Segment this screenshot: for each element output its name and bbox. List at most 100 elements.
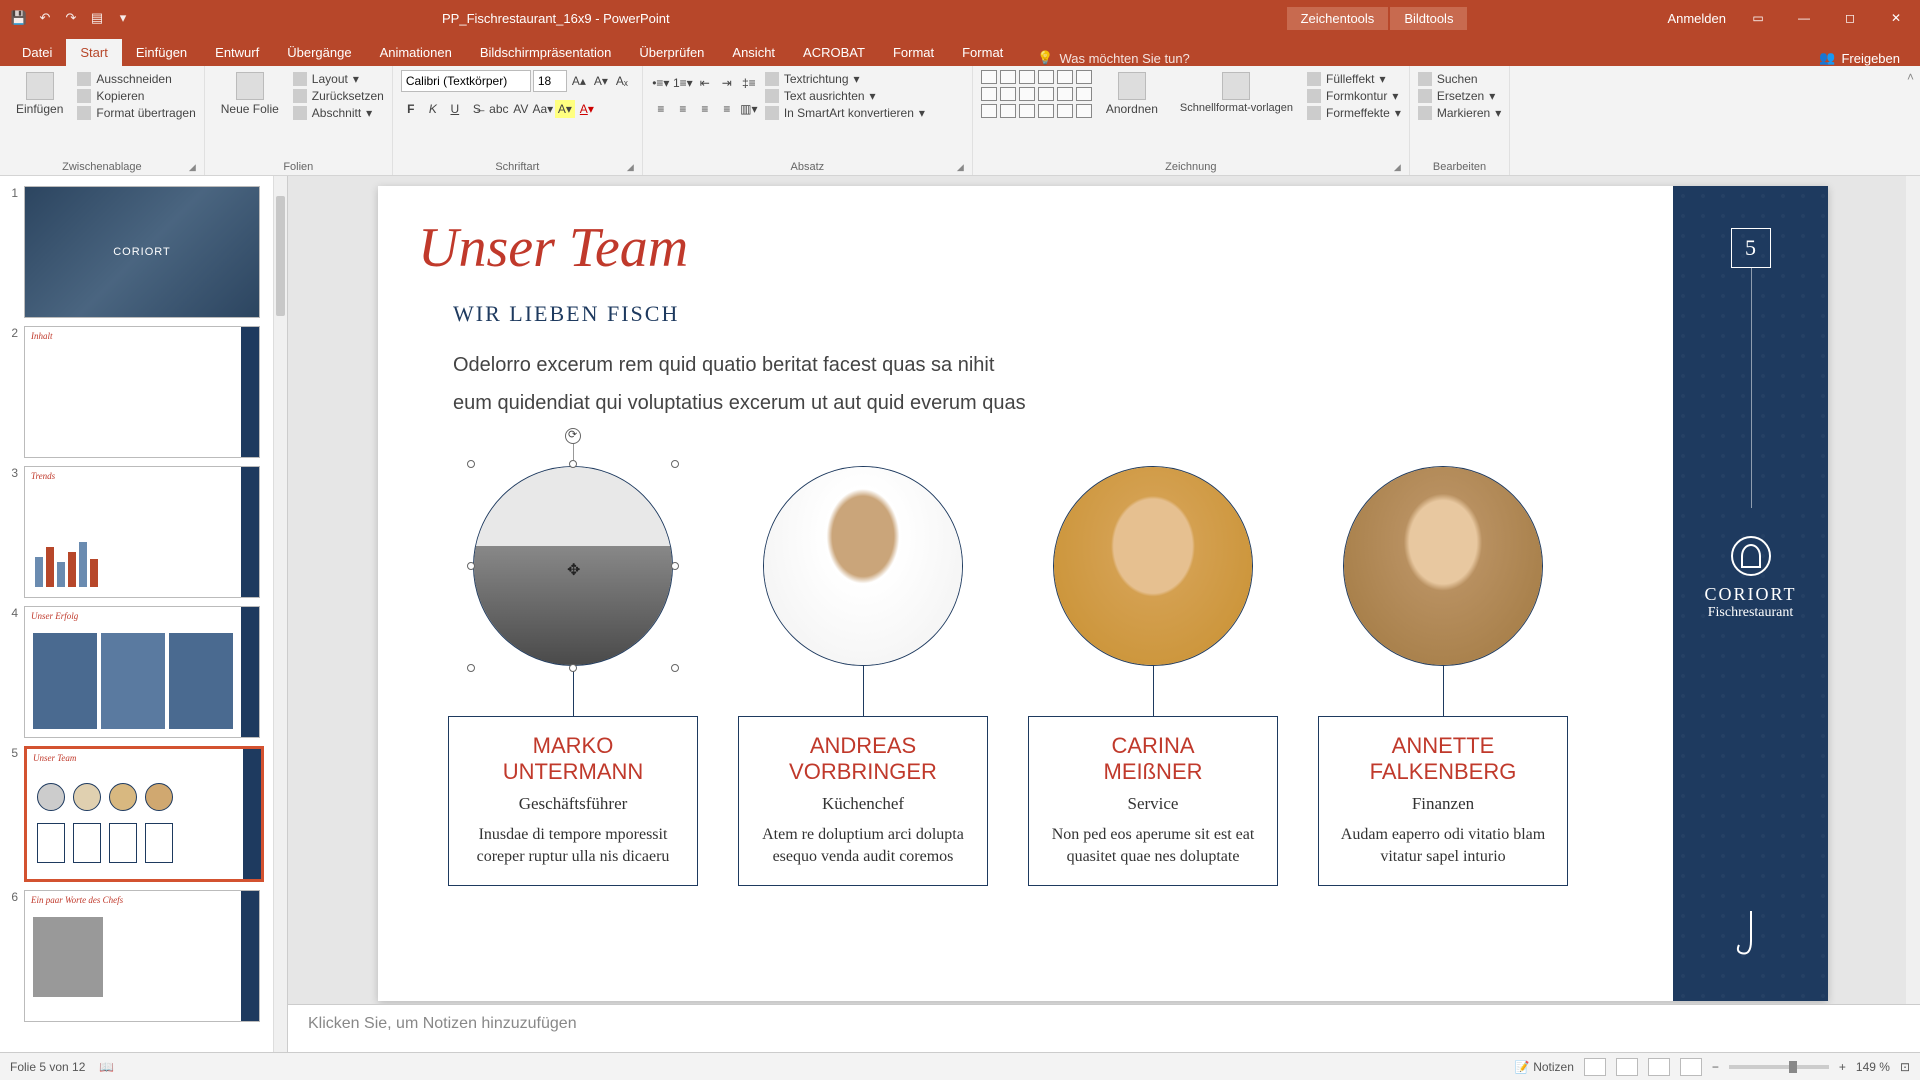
clear-format-icon[interactable]: Aₓ: [613, 74, 631, 88]
collapse-ribbon-icon[interactable]: ˄: [1907, 70, 1914, 84]
tab-animations[interactable]: Animationen: [366, 39, 466, 66]
slide-thumb-6[interactable]: Ein paar Worte des Chefs: [24, 890, 260, 1022]
shape-outline-button[interactable]: Formkontur▾: [1307, 89, 1401, 103]
replace-button[interactable]: Ersetzen▾: [1418, 89, 1501, 103]
tab-format-drawing[interactable]: Format: [879, 39, 948, 66]
tab-view[interactable]: Ansicht: [718, 39, 789, 66]
columns-button[interactable]: ▥▾: [739, 100, 759, 118]
slide-thumb-4[interactable]: Unser Erfolg: [24, 606, 260, 738]
smartart-button[interactable]: In SmartArt konvertieren▾: [765, 106, 925, 120]
tell-me-search[interactable]: 💡Was möchten Sie tun?: [1037, 50, 1190, 66]
numbering-button[interactable]: 1≡▾: [673, 74, 693, 92]
member-info-1[interactable]: MARKOUNTERMANN Geschäftsführer Inusdae d…: [448, 716, 698, 886]
notes-toggle[interactable]: 📝 Notizen: [1515, 1060, 1574, 1074]
maximize-icon[interactable]: ◻: [1836, 7, 1864, 29]
bullets-button[interactable]: •≡▾: [651, 74, 671, 92]
spellcheck-icon[interactable]: 📖: [99, 1060, 114, 1074]
save-icon[interactable]: 💾: [10, 9, 28, 27]
align-left-button[interactable]: ≡: [651, 100, 671, 118]
select-button[interactable]: Markieren▾: [1418, 106, 1501, 120]
tab-review[interactable]: Überprüfen: [625, 39, 718, 66]
align-center-button[interactable]: ≡: [673, 100, 693, 118]
member-info-4[interactable]: ANNETTEFALKENBERG Finanzen Audam eaperro…: [1318, 716, 1568, 886]
arrange-button[interactable]: Anordnen: [1098, 70, 1166, 118]
tab-transitions[interactable]: Übergänge: [273, 39, 365, 66]
portrait-3[interactable]: [1053, 466, 1253, 666]
find-button[interactable]: Suchen: [1418, 72, 1501, 86]
redo-icon[interactable]: ↷: [62, 9, 80, 27]
font-name-input[interactable]: [401, 70, 531, 92]
sign-in-link[interactable]: Anmelden: [1667, 11, 1726, 26]
text-direction-button[interactable]: Textrichtung▾: [765, 72, 925, 86]
justify-button[interactable]: ≡: [717, 100, 737, 118]
tab-file[interactable]: Datei: [8, 39, 66, 66]
slide-subtitle[interactable]: WIR LIEBEN FISCH: [453, 301, 679, 327]
format-painter-button[interactable]: Format übertragen: [77, 106, 195, 120]
zoom-level[interactable]: 149 %: [1856, 1060, 1890, 1074]
tab-insert[interactable]: Einfügen: [122, 39, 201, 66]
tab-home[interactable]: Start: [66, 39, 121, 66]
zoom-in-button[interactable]: +: [1839, 1060, 1846, 1074]
font-size-input[interactable]: [533, 70, 567, 92]
minimize-icon[interactable]: —: [1790, 7, 1818, 29]
increase-indent-button[interactable]: ⇥: [717, 74, 737, 92]
quick-styles-button[interactable]: Schnellformat-vorlagen: [1172, 70, 1301, 116]
reading-view-button[interactable]: [1648, 1058, 1670, 1076]
cut-button[interactable]: Ausschneiden: [77, 72, 195, 86]
slide-title[interactable]: Unser Team: [418, 216, 688, 280]
highlight-button[interactable]: A▾: [555, 100, 575, 118]
underline-button[interactable]: U: [445, 100, 465, 118]
italic-button[interactable]: K: [423, 100, 443, 118]
tab-design[interactable]: Entwurf: [201, 39, 273, 66]
share-button[interactable]: 👥Freigeben: [1819, 50, 1900, 66]
close-icon[interactable]: ✕: [1882, 7, 1910, 29]
shape-fill-button[interactable]: Fülleffekt▾: [1307, 72, 1401, 86]
align-right-button[interactable]: ≡: [695, 100, 715, 118]
section-button[interactable]: Abschnitt▾: [293, 106, 384, 120]
dialog-launcher-icon[interactable]: ◢: [1394, 162, 1401, 173]
slide-thumb-1[interactable]: CORIORT: [24, 186, 260, 318]
slide-editor-viewport[interactable]: Unser Team WIR LIEBEN FISCH Odelorro exc…: [288, 176, 1920, 1004]
notes-pane[interactable]: Klicken Sie, um Notizen hinzuzufügen: [288, 1004, 1920, 1052]
font-color-button[interactable]: A▾: [577, 100, 597, 118]
normal-view-button[interactable]: [1584, 1058, 1606, 1076]
shadow-button[interactable]: abc: [489, 100, 509, 118]
grow-font-icon[interactable]: A▴: [569, 74, 589, 88]
start-from-beginning-icon[interactable]: ▤: [88, 9, 106, 27]
zoom-out-button[interactable]: −: [1712, 1060, 1719, 1074]
slide-canvas[interactable]: Unser Team WIR LIEBEN FISCH Odelorro exc…: [378, 186, 1828, 1001]
zoom-slider[interactable]: [1729, 1065, 1829, 1069]
slide-thumb-5[interactable]: Unser Team: [24, 746, 264, 882]
shape-effects-button[interactable]: Formeffekte▾: [1307, 106, 1401, 120]
dialog-launcher-icon[interactable]: ◢: [957, 162, 964, 173]
slide-counter[interactable]: Folie 5 von 12: [10, 1060, 85, 1074]
line-spacing-button[interactable]: ‡≡: [739, 74, 759, 92]
reset-button[interactable]: Zurücksetzen: [293, 89, 384, 103]
rotate-handle[interactable]: [565, 428, 581, 444]
slideshow-view-button[interactable]: [1680, 1058, 1702, 1076]
member-info-2[interactable]: ANDREASVORBRINGER Küchenchef Atem re dol…: [738, 716, 988, 886]
layout-button[interactable]: Layout▾: [293, 72, 384, 86]
paste-button[interactable]: Einfügen: [8, 70, 71, 118]
spacing-button[interactable]: AV: [511, 100, 531, 118]
bold-button[interactable]: F: [401, 100, 421, 118]
qat-customize-icon[interactable]: ▾: [114, 9, 132, 27]
tab-acrobat[interactable]: ACROBAT: [789, 39, 879, 66]
fit-to-window-button[interactable]: ⊡: [1900, 1060, 1910, 1074]
case-button[interactable]: Aa▾: [533, 100, 553, 118]
tab-slideshow[interactable]: Bildschirmpräsentation: [466, 39, 626, 66]
member-info-3[interactable]: CARINAMEIßNER Service Non ped eos aperum…: [1028, 716, 1278, 886]
tab-format-picture[interactable]: Format: [948, 39, 1017, 66]
thumbnail-scrollbar[interactable]: [273, 176, 287, 1052]
portrait-4[interactable]: [1343, 466, 1543, 666]
portrait-2[interactable]: [763, 466, 963, 666]
shape-gallery[interactable]: [981, 70, 1092, 118]
slide-thumb-3[interactable]: Trends: [24, 466, 260, 598]
ribbon-options-icon[interactable]: ▭: [1744, 7, 1772, 29]
dialog-launcher-icon[interactable]: ◢: [627, 162, 634, 173]
slide-thumb-2[interactable]: Inhalt: [24, 326, 260, 458]
align-text-button[interactable]: Text ausrichten▾: [765, 89, 925, 103]
copy-button[interactable]: Kopieren: [77, 89, 195, 103]
strikethrough-button[interactable]: S̶: [467, 100, 487, 118]
decrease-indent-button[interactable]: ⇤: [695, 74, 715, 92]
